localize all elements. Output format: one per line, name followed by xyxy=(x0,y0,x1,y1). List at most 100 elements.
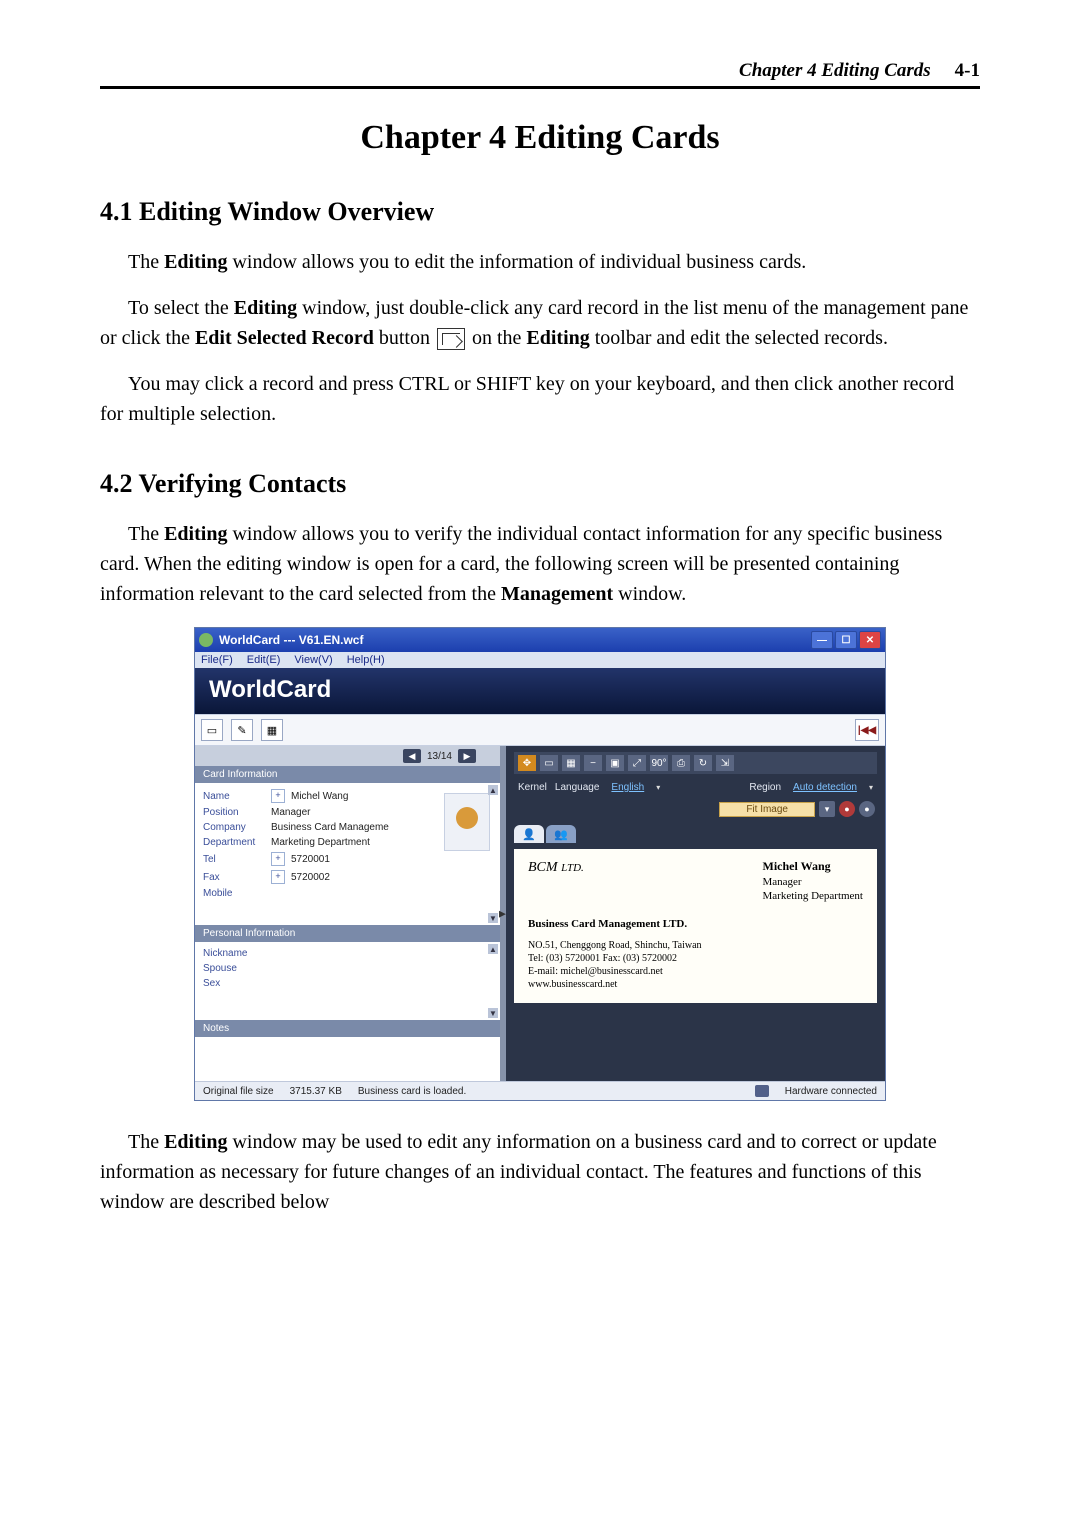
chevron-down-icon[interactable]: ▾ xyxy=(656,783,660,792)
zoom-fit-icon[interactable]: ▣ xyxy=(606,755,624,771)
toolbar-btn-2[interactable]: ✎ xyxy=(231,719,253,741)
company-label: Company xyxy=(203,822,265,833)
window-title: WorldCard --- V61.EN.wcf xyxy=(219,633,363,647)
record-pager: ◀ 13/14 ▶ xyxy=(195,746,500,766)
section-4-1-heading: 4.1 Editing Window Overview xyxy=(100,197,980,227)
status-left-value: 3715.37 KB xyxy=(290,1086,342,1097)
sec42-p2: The Editing window may be used to edit a… xyxy=(100,1127,980,1217)
move-icon[interactable]: ✥ xyxy=(518,755,536,771)
action-red-icon[interactable]: ● xyxy=(839,801,855,817)
card-info-header: Card Information xyxy=(195,766,500,783)
sec41-p2: To select the Editing window, just doubl… xyxy=(100,293,980,353)
page-number: 4-1 xyxy=(955,60,980,82)
image-toolbar: ✥ ▭ ▦ − ▣ ⤢ 90° ⎙ ↻ ⇲ xyxy=(514,752,877,774)
company-value[interactable]: Business Card Manageme xyxy=(271,822,389,833)
splitter[interactable] xyxy=(500,746,506,1081)
fax-value[interactable]: 5720002 xyxy=(291,872,330,883)
language-select[interactable]: English xyxy=(607,782,648,793)
scroll-down-icon[interactable]: ▼ xyxy=(488,1008,498,1018)
status-bar: Original file size 3715.37 KB Business c… xyxy=(195,1081,885,1100)
name-value[interactable]: Michel Wang xyxy=(291,791,348,802)
status-left-msg: Business card is loaded. xyxy=(358,1086,466,1097)
card-addr4: www.businesscard.net xyxy=(528,978,863,991)
region-label: Region xyxy=(749,782,781,793)
right-pane: ✥ ▭ ▦ − ▣ ⤢ 90° ⎙ ↻ ⇲ Kernel Language En… xyxy=(506,746,885,1081)
avatar-placeholder xyxy=(444,793,490,851)
fax-label: Fax xyxy=(203,872,265,883)
nickname-label: Nickname xyxy=(203,948,265,959)
notes-textarea[interactable] xyxy=(199,1037,496,1077)
section-4-2-heading: 4.2 Verifying Contacts xyxy=(100,469,980,499)
running-header-text: Chapter 4 Editing Cards xyxy=(739,60,931,82)
personal-info-header: Personal Information xyxy=(195,925,500,942)
crop-icon[interactable]: ▭ xyxy=(540,755,558,771)
toolbar-btn-1[interactable]: ▭ xyxy=(201,719,223,741)
sec41-p1: The Editing window allows you to edit th… xyxy=(100,247,980,277)
menu-edit[interactable]: Edit(E) xyxy=(247,654,281,666)
zoom-in-icon[interactable]: ⤢ xyxy=(628,755,646,771)
front-tab[interactable]: 👤 xyxy=(514,825,544,843)
app-icon xyxy=(199,633,213,647)
collapse-panel-button[interactable]: |◀◀ xyxy=(855,719,879,741)
export-icon[interactable]: ⇲ xyxy=(716,755,734,771)
menu-file[interactable]: File(F) xyxy=(201,654,233,666)
person-icon xyxy=(456,807,478,829)
print-icon[interactable]: ⎙ xyxy=(672,755,690,771)
rotate-icon[interactable]: 90° xyxy=(650,755,668,771)
name-add-icon[interactable]: + xyxy=(271,789,285,803)
zoom-out-icon[interactable]: − xyxy=(584,755,602,771)
notes-header: Notes xyxy=(195,1020,500,1037)
position-value[interactable]: Manager xyxy=(271,807,310,818)
department-value[interactable]: Marketing Department xyxy=(271,837,370,848)
running-header: Chapter 4 Editing Cards 4-1 xyxy=(100,60,980,89)
name-label: Name xyxy=(203,791,265,802)
chevron-down-icon[interactable]: ▾ xyxy=(869,783,873,792)
card-side-tabs: 👤 👥 xyxy=(514,825,877,843)
close-button[interactable]: ✕ xyxy=(859,631,881,649)
card-addr2: Tel: (03) 5720001 Fax: (03) 5720002 xyxy=(528,952,863,965)
card-role: Manager xyxy=(763,875,864,889)
menubar: File(F) Edit(E) View(V) Help(H) xyxy=(195,652,885,668)
chapter-title: Chapter 4 Editing Cards xyxy=(100,119,980,157)
edit-selected-record-icon xyxy=(437,328,465,350)
fit-image-button[interactable]: Fit Image xyxy=(719,802,815,817)
kernel-label: Kernel xyxy=(518,782,547,793)
language-label: Language xyxy=(555,782,600,793)
pager-next-button[interactable]: ▶ xyxy=(458,749,476,763)
card-logo: BCM LTD. xyxy=(528,859,584,877)
minimize-button[interactable]: — xyxy=(811,631,833,649)
sex-label: Sex xyxy=(203,978,265,989)
main-toolbar: ▭ ✎ ▦ |◀◀ xyxy=(195,714,885,746)
scroll-down-icon[interactable]: ▼ xyxy=(488,913,498,923)
toolbar-btn-3[interactable]: ▦ xyxy=(261,719,283,741)
pager-counter: 13/14 xyxy=(427,751,452,762)
chevron-down-icon[interactable]: ▾ xyxy=(819,801,835,817)
status-left-label: Original file size xyxy=(203,1086,274,1097)
select-icon[interactable]: ▦ xyxy=(562,755,580,771)
menu-help[interactable]: Help(H) xyxy=(347,654,385,666)
recognition-settings: Kernel Language English ▾ Region Auto de… xyxy=(514,780,877,795)
maximize-button[interactable]: ☐ xyxy=(835,631,857,649)
left-pane: ◀ 13/14 ▶ Card Information ▲ ▼ Name + Mich… xyxy=(195,746,500,1081)
status-right: Hardware connected xyxy=(785,1086,877,1097)
tel-add-icon[interactable]: + xyxy=(271,852,285,866)
titlebar: WorldCard --- V61.EN.wcf — ☐ ✕ xyxy=(195,628,885,652)
action-gray-icon[interactable]: ● xyxy=(859,801,875,817)
refresh-icon[interactable]: ↻ xyxy=(694,755,712,771)
region-select[interactable]: Auto detection xyxy=(789,782,861,793)
card-preview: BCM LTD. Michel Wang Manager Marketing D… xyxy=(514,849,877,1003)
editing-window: WorldCard --- V61.EN.wcf — ☐ ✕ File(F) E… xyxy=(194,627,886,1101)
fax-add-icon[interactable]: + xyxy=(271,870,285,884)
card-name: Michel Wang xyxy=(763,859,864,875)
tel-value[interactable]: 5720001 xyxy=(291,854,330,865)
pager-prev-button[interactable]: ◀ xyxy=(403,749,421,763)
sec41-p3: You may click a record and press CTRL or… xyxy=(100,369,980,429)
card-addr3: E-mail: michel@businesscard.net xyxy=(528,965,863,978)
scroll-up-icon[interactable]: ▲ xyxy=(488,785,498,795)
sec42-p1: The Editing window allows you to verify … xyxy=(100,519,980,609)
brand-bar: WorldCard xyxy=(195,668,885,714)
card-addr1: NO.51, Chenggong Road, Shinchu, Taiwan xyxy=(528,939,863,952)
scroll-up-icon[interactable]: ▲ xyxy=(488,944,498,954)
back-tab[interactable]: 👥 xyxy=(546,825,576,843)
menu-view[interactable]: View(V) xyxy=(294,654,332,666)
